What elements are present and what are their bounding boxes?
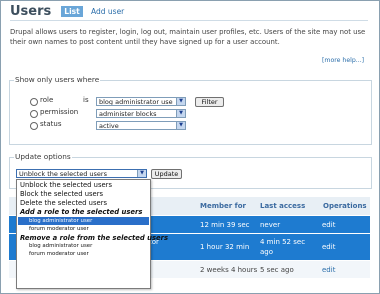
permission-select[interactable]: administer blocks ▼	[96, 109, 186, 118]
status-radio[interactable]	[30, 122, 38, 130]
chevron-down-icon: ▼	[176, 98, 185, 105]
permission-label: permission	[40, 108, 79, 116]
option-remove-blog-admin[interactable]: blog administrator user	[29, 243, 92, 250]
permission-select-value: administer blocks	[99, 110, 157, 118]
permission-radio[interactable]	[30, 110, 38, 118]
column-last-access[interactable]: Last access	[260, 202, 305, 210]
chevron-down-icon: ▼	[176, 110, 185, 117]
option-remove-forum-moderator[interactable]: forum moderator user	[29, 251, 89, 258]
role-select[interactable]: blog administrator use ▼	[96, 97, 186, 106]
update-legend: Update options	[14, 152, 72, 161]
option-delete[interactable]: Delete the selected users	[20, 199, 107, 207]
filter-legend: Show only users where	[14, 75, 101, 84]
edit-link[interactable]: edit	[322, 221, 335, 229]
tab-list[interactable]: List	[61, 6, 83, 17]
role-select-value: blog administrator use	[99, 98, 173, 106]
chevron-down-icon: ▼	[176, 122, 185, 129]
last-access-cell: 5 sec ago	[260, 266, 294, 274]
role-radio[interactable]	[30, 98, 38, 106]
option-add-blog-admin[interactable]: blog administrator user	[29, 218, 92, 225]
option-group-remove-role: Remove a role from the selected users	[20, 234, 169, 242]
edit-link[interactable]: edit	[322, 243, 335, 251]
update-action-select[interactable]: Unblock the selected users ▼	[16, 169, 147, 178]
edit-link[interactable]: edit	[322, 266, 335, 274]
option-block[interactable]: Block the selected users	[20, 190, 103, 198]
column-member-for[interactable]: Member for	[200, 202, 246, 210]
status-select-value: active	[99, 122, 119, 130]
status-select[interactable]: active ▼	[96, 121, 186, 130]
last-access-cell: 4 min 52 sec ago	[260, 238, 306, 256]
is-label: is	[83, 96, 89, 104]
column-operations: Operations	[323, 202, 367, 210]
option-add-forum-moderator[interactable]: forum moderator user	[29, 226, 89, 233]
more-help-link[interactable]: [more help...]	[322, 57, 364, 64]
last-access-cell: never	[260, 221, 281, 229]
option-group-add-role: Add a role to the selected users	[20, 208, 143, 216]
member-for-cell: 12 min 39 sec	[200, 221, 250, 229]
update-button[interactable]: Update	[151, 169, 182, 179]
help-description: Drupal allows users to register, login, …	[10, 28, 366, 46]
member-for-cell: 1 hour 32 min	[200, 243, 250, 251]
member-for-cell: 2 weeks 4 hours	[200, 266, 258, 274]
header-divider	[10, 20, 368, 21]
role-label: role	[40, 96, 54, 104]
page-title: Users	[10, 4, 52, 19]
update-options-dropdown: Unblock the selected users Block the sel…	[16, 179, 168, 289]
option-unblock[interactable]: Unblock the selected users	[20, 181, 112, 189]
update-select-value: Unblock the selected users	[19, 170, 107, 178]
filter-button[interactable]: Filter	[195, 97, 224, 107]
status-label: status	[40, 120, 62, 128]
tab-add-user[interactable]: Add user	[91, 6, 124, 17]
chevron-down-icon: ▼	[137, 170, 146, 177]
